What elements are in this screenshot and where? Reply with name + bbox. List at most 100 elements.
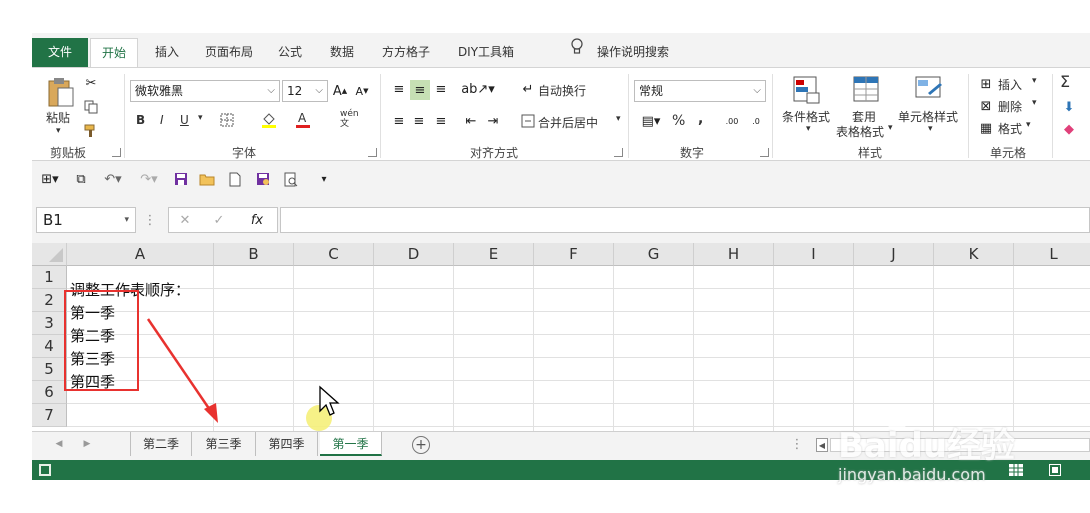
paste-dropdown-icon[interactable]: ▾ bbox=[56, 126, 61, 136]
table-format-line2[interactable]: 表格格式 bbox=[836, 123, 884, 140]
merge-icon[interactable] bbox=[520, 112, 536, 130]
hscroll-left-icon[interactable]: ◀ bbox=[816, 438, 828, 452]
wrap-text-icon[interactable]: ↵ bbox=[520, 80, 536, 98]
open-folder-icon[interactable] bbox=[198, 170, 216, 188]
undo-icon[interactable]: ↶▾ bbox=[100, 170, 126, 188]
save-icon[interactable] bbox=[172, 170, 190, 188]
formula-input[interactable] bbox=[280, 207, 1090, 233]
cell-styles-icon[interactable] bbox=[912, 74, 946, 106]
name-box[interactable]: B1 ▾ bbox=[36, 207, 136, 233]
column-header-F[interactable]: F bbox=[534, 243, 614, 266]
sheet-tab-3[interactable]: 第四季 bbox=[256, 432, 318, 456]
tab-home[interactable]: 开始 bbox=[90, 38, 138, 67]
merge-dropdown-icon[interactable]: ▾ bbox=[616, 114, 621, 124]
currency-icon[interactable]: ▤▾ bbox=[636, 112, 666, 130]
row-header-3[interactable]: 3 bbox=[32, 312, 67, 335]
percent-button[interactable]: % bbox=[672, 113, 685, 129]
column-header-C[interactable]: C bbox=[294, 243, 374, 266]
tab-insert[interactable]: 插入 bbox=[144, 38, 190, 67]
increase-decimal-icon[interactable]: .00 bbox=[722, 112, 742, 130]
column-header-B[interactable]: B bbox=[214, 243, 294, 266]
conditional-format-button[interactable]: 条件格式 bbox=[782, 108, 830, 125]
fill-color-icon[interactable] bbox=[260, 110, 278, 130]
merge-center-button[interactable]: 合并后居中 bbox=[538, 114, 598, 131]
paste-icon[interactable] bbox=[44, 76, 78, 108]
font-launcher-icon[interactable] bbox=[368, 148, 377, 157]
number-format-select[interactable]: 常规 ⌵ bbox=[634, 80, 766, 102]
redo-icon[interactable]: ↷▾ bbox=[136, 170, 162, 188]
cell-styles-dropdown-icon[interactable]: ▾ bbox=[928, 124, 933, 134]
insert-cells-icon[interactable]: ⊞ bbox=[978, 76, 994, 92]
clipboard-launcher-icon[interactable] bbox=[112, 148, 121, 157]
column-header-K[interactable]: K bbox=[934, 243, 1014, 266]
delete-cells-icon[interactable]: ⊠ bbox=[978, 98, 994, 114]
row-header-7[interactable]: 7 bbox=[32, 404, 67, 427]
row-header-6[interactable]: 6 bbox=[32, 381, 67, 404]
decrease-indent-icon[interactable]: ⇤ bbox=[462, 112, 480, 130]
tab-file[interactable]: 文件 bbox=[32, 38, 88, 67]
conditional-format-dropdown-icon[interactable]: ▾ bbox=[806, 124, 811, 134]
format-painter-icon[interactable] bbox=[82, 122, 100, 140]
font-name-select[interactable]: 微软雅黑 ⌵ bbox=[130, 80, 280, 102]
column-header-L[interactable]: L bbox=[1014, 243, 1090, 266]
column-header-G[interactable]: G bbox=[614, 243, 694, 266]
phonetic-button[interactable]: wén 文 bbox=[340, 109, 359, 129]
copy-qat-icon[interactable]: ⧉ bbox=[72, 171, 90, 187]
insert-function-button[interactable]: fx bbox=[245, 211, 269, 229]
font-color-icon[interactable]: A bbox=[294, 110, 312, 130]
wrap-text-button[interactable]: 自动换行 bbox=[538, 82, 586, 99]
customize-qat-icon[interactable]: ▾ bbox=[316, 170, 332, 188]
bold-button[interactable]: B bbox=[136, 113, 145, 127]
decrease-decimal-icon[interactable]: .0 bbox=[746, 112, 766, 130]
add-sheet-icon[interactable]: + bbox=[412, 436, 430, 454]
increase-indent-icon[interactable]: ⇥ bbox=[484, 112, 502, 130]
align-right-icon[interactable]: ≡ bbox=[432, 112, 450, 130]
delete-cells-button[interactable]: 删除 bbox=[998, 98, 1022, 115]
increase-font-icon[interactable]: A ▲ bbox=[332, 81, 348, 101]
border-icon[interactable] bbox=[218, 112, 236, 128]
italic-button[interactable]: I bbox=[160, 113, 164, 127]
format-dropdown-icon[interactable]: ▾ bbox=[1026, 120, 1031, 130]
tell-me-search[interactable]: 操作说明搜索 bbox=[592, 38, 674, 67]
column-header-A[interactable]: A bbox=[67, 243, 214, 266]
cell-styles-button[interactable]: 单元格样式 bbox=[898, 108, 958, 125]
tab-fangfang[interactable]: 方方格子 bbox=[372, 38, 440, 67]
fill-down-icon[interactable]: ⬇ bbox=[1060, 98, 1078, 116]
sheet-tab-2[interactable]: 第三季 bbox=[192, 432, 256, 456]
table-format-icon[interactable] bbox=[850, 74, 884, 106]
eraser-icon[interactable]: ◆ bbox=[1060, 120, 1078, 138]
align-center-icon[interactable]: ≡ bbox=[410, 112, 428, 130]
column-header-I[interactable]: I bbox=[774, 243, 854, 266]
conditional-format-icon[interactable] bbox=[790, 74, 824, 106]
tab-formulas[interactable]: 公式 bbox=[268, 38, 312, 67]
print-preview-icon[interactable] bbox=[282, 170, 300, 188]
alignment-launcher-icon[interactable] bbox=[614, 148, 623, 157]
decrease-font-icon[interactable]: A ▼ bbox=[354, 81, 370, 101]
new-file-icon[interactable] bbox=[226, 170, 244, 188]
macro-record-icon[interactable] bbox=[38, 463, 52, 477]
sheet-tab-active[interactable]: 第一季 bbox=[320, 432, 382, 456]
sheet-tab-1[interactable]: 第二季 bbox=[130, 432, 192, 456]
cancel-icon[interactable]: ✕ bbox=[175, 211, 195, 229]
border-qat-icon[interactable]: ⊞▾ bbox=[38, 171, 62, 187]
save-as-icon[interactable] bbox=[254, 170, 272, 188]
lightbulb-icon[interactable] bbox=[566, 38, 588, 67]
delete-dropdown-icon[interactable]: ▾ bbox=[1032, 98, 1037, 108]
row-header-4[interactable]: 4 bbox=[32, 335, 67, 358]
format-cells-button[interactable]: 格式 bbox=[998, 120, 1022, 137]
align-middle-icon[interactable]: ≡ bbox=[410, 80, 430, 100]
number-launcher-icon[interactable] bbox=[760, 148, 769, 157]
table-format-dropdown-icon[interactable]: ▾ bbox=[888, 123, 893, 133]
column-header-E[interactable]: E bbox=[454, 243, 534, 266]
enter-icon[interactable]: ✓ bbox=[209, 211, 229, 229]
font-size-select[interactable]: 12 ⌵ bbox=[282, 80, 328, 102]
insert-cells-button[interactable]: 插入 bbox=[998, 76, 1022, 93]
scroll-left-icon[interactable]: ◀ bbox=[52, 436, 66, 452]
row-header-1[interactable]: 1 bbox=[32, 266, 67, 289]
tab-diy-toolbox[interactable]: DIY工具箱 bbox=[446, 38, 526, 67]
autosum-button[interactable]: Σ bbox=[1060, 72, 1070, 91]
tab-data[interactable]: 数据 bbox=[318, 38, 366, 67]
paste-label[interactable]: 粘贴 bbox=[46, 109, 70, 126]
scroll-right-icon[interactable]: ▶ bbox=[80, 436, 94, 452]
underline-button[interactable]: U bbox=[180, 113, 189, 127]
